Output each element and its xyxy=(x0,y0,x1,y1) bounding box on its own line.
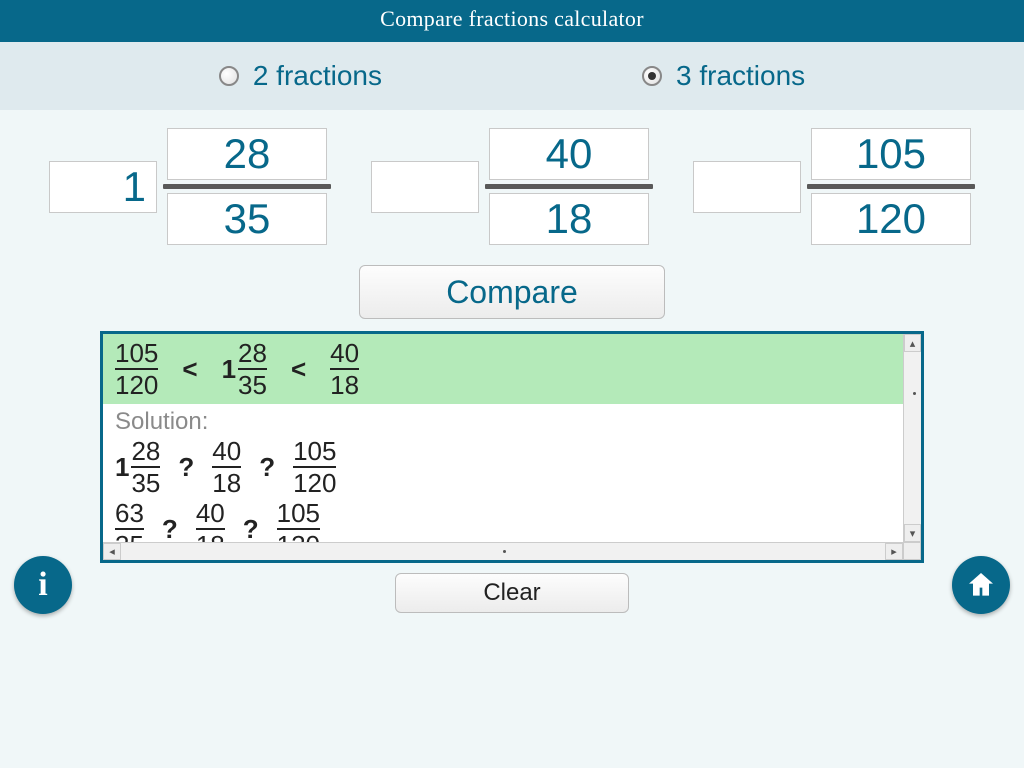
info-button[interactable]: i xyxy=(14,556,72,614)
whole-input-1[interactable] xyxy=(49,161,157,213)
fraction-bar xyxy=(485,184,653,189)
fraction-input-3 xyxy=(693,128,975,245)
radio-dot-icon xyxy=(648,72,656,80)
radio-2-label: 2 fractions xyxy=(253,60,382,92)
mode-radio-group: 2 fractions 3 fractions xyxy=(0,42,1024,110)
radio-3-fractions[interactable]: 3 fractions xyxy=(642,60,805,92)
mixed-whole: 1 xyxy=(115,452,129,483)
fraction: 2835 xyxy=(131,438,160,496)
fraction: 6335 xyxy=(115,500,144,542)
whole-input-2[interactable] xyxy=(371,161,479,213)
scroll-left-icon[interactable]: ◂ xyxy=(103,543,121,560)
radio-3-label: 3 fractions xyxy=(676,60,805,92)
denominator-input-2[interactable] xyxy=(489,193,649,245)
solution-label: Solution: xyxy=(103,404,903,436)
whole-input-3[interactable] xyxy=(693,161,801,213)
vertical-scrollbar[interactable]: ▴ ▾ xyxy=(903,334,921,542)
result-content: 105120<12835<4018 Solution: 12835?4018?1… xyxy=(103,334,903,542)
comparison-operator: < xyxy=(287,354,310,385)
result-ordered-row: 105120 <12835 <4018 xyxy=(103,334,903,404)
scroll-corner xyxy=(903,542,921,560)
fraction: 105120 xyxy=(277,500,320,542)
denominator-input-1[interactable] xyxy=(167,193,327,245)
solution-step: 12835? 4018? 105120 xyxy=(103,436,903,498)
scroll-right-icon[interactable]: ▸ xyxy=(885,543,903,560)
fraction-input-1 xyxy=(49,128,331,245)
scroll-down-icon[interactable]: ▾ xyxy=(904,524,921,542)
fraction-input-2 xyxy=(371,128,653,245)
fraction-bar xyxy=(807,184,975,189)
comparison-operator: ? xyxy=(174,452,198,483)
result-panel: 105120<12835<4018 Solution: 12835?4018?1… xyxy=(100,331,924,563)
info-icon: i xyxy=(38,566,47,604)
radio-2-fractions[interactable]: 2 fractions xyxy=(219,60,382,92)
fraction: 4018 xyxy=(196,500,225,542)
home-icon xyxy=(965,569,997,601)
numerator-input-3[interactable] xyxy=(811,128,971,180)
fraction: 4018 xyxy=(330,340,359,398)
fraction-inputs-row xyxy=(0,128,1024,245)
mixed-whole: 1 xyxy=(222,354,236,385)
compare-button[interactable]: Compare xyxy=(359,265,665,319)
fraction-bar xyxy=(163,184,331,189)
fraction: 105120 xyxy=(293,438,336,496)
radio-circle-icon xyxy=(642,66,662,86)
home-button[interactable] xyxy=(952,556,1010,614)
solution-step: 6335? 4018? 105120 xyxy=(103,498,903,542)
fraction: 4018 xyxy=(212,438,241,496)
numerator-input-2[interactable] xyxy=(489,128,649,180)
comparison-operator: ? xyxy=(158,514,182,543)
comparison-operator: ? xyxy=(239,514,263,543)
scroll-up-icon[interactable]: ▴ xyxy=(904,334,921,352)
fraction: 105120 xyxy=(115,340,158,398)
numerator-input-1[interactable] xyxy=(167,128,327,180)
page-title: Compare fractions calculator xyxy=(0,0,1024,42)
clear-button[interactable]: Clear xyxy=(395,573,629,613)
solution-steps: 12835? 4018? 105120 6335? 4018? 105120 xyxy=(103,436,903,542)
comparison-operator: ? xyxy=(255,452,279,483)
radio-circle-icon xyxy=(219,66,239,86)
comparison-operator: < xyxy=(178,354,201,385)
horizontal-scrollbar[interactable]: ◂ ▸ xyxy=(103,542,903,560)
denominator-input-3[interactable] xyxy=(811,193,971,245)
fraction: 2835 xyxy=(238,340,267,398)
